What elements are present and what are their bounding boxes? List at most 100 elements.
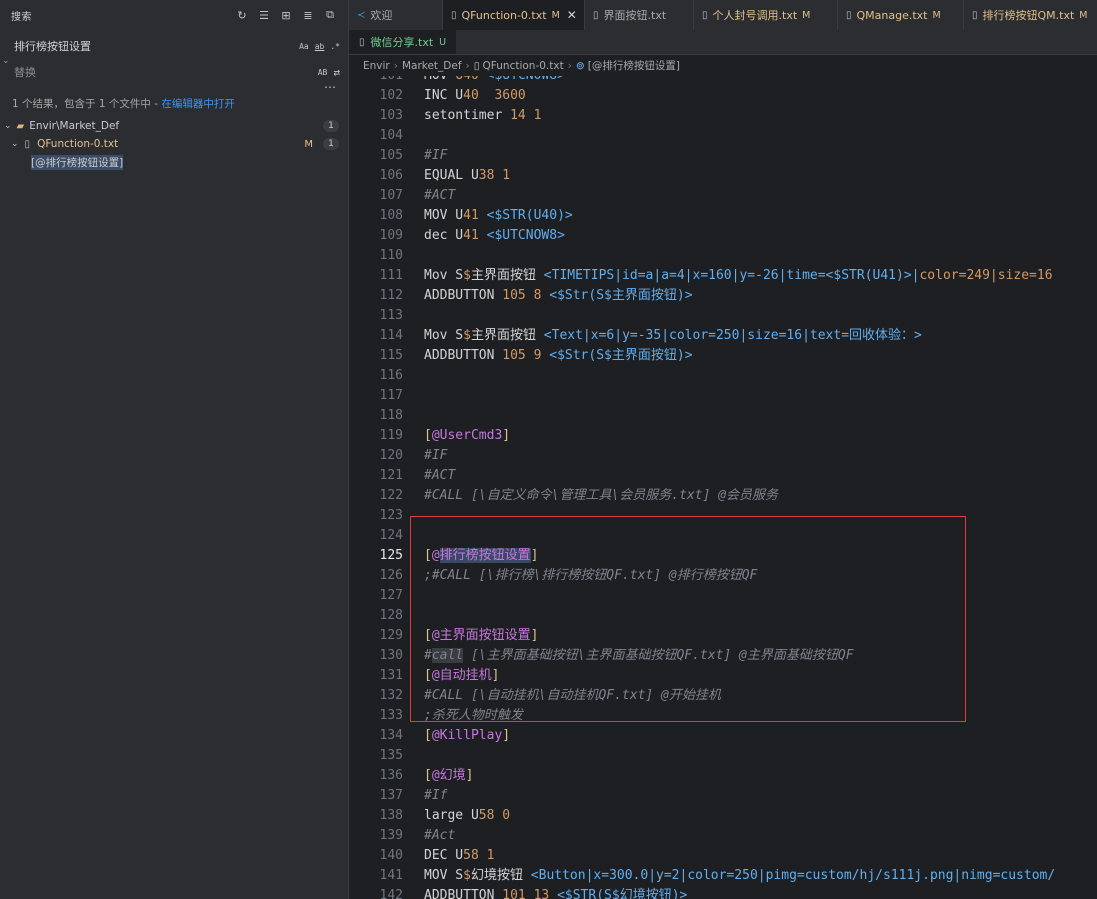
tab-label: 个人封号调用.txt: [712, 9, 798, 22]
code-line[interactable]: 142 ADDBUTTON 101 13 <$STR(S$幻境按钮)>: [349, 886, 1097, 899]
code-token: MOV U: [424, 208, 464, 223]
line-number: 116: [379, 368, 403, 383]
code-line[interactable]: 118: [349, 406, 1097, 426]
code-line[interactable]: 110: [349, 246, 1097, 266]
view-as-tree-icon[interactable]: ≣: [300, 7, 316, 23]
code-token: 幻境按钮: [470, 868, 531, 883]
code-line[interactable]: 117: [349, 386, 1097, 406]
line-number: 115: [379, 348, 403, 363]
sidebar-actions: ↻ ☰ ⊞ ≣ ⧉: [234, 7, 338, 23]
code-line[interactable]: 108 MOV U41 <$STR(U40)>: [349, 206, 1097, 226]
tab-qmanage[interactable]: ▯ QManage.txt M: [838, 0, 964, 30]
code-line[interactable]: 134 [@KillPlay]: [349, 726, 1097, 746]
code-token: INC U: [424, 88, 464, 103]
code-line[interactable]: 109 dec U41 <$UTCNOW8>: [349, 226, 1097, 246]
code-line[interactable]: 113: [349, 306, 1097, 326]
tab-wechat-share[interactable]: ▯ 微信分享.txt U: [349, 30, 457, 54]
line-number: 102: [379, 88, 403, 103]
toggle-replace-icon[interactable]: ⌄: [2, 56, 10, 66]
result-folder-row[interactable]: ⌄ ▰ Envir\Market_Def 1: [0, 117, 349, 135]
code-line[interactable]: 114 Mov S$主界面按钮 <Text|x=6|y=-35|color=250…: [349, 326, 1097, 346]
code-line[interactable]: 112 ADDBUTTON 105 8 <$Str(S$主界面按钮)>: [349, 286, 1097, 306]
preserve-case-icon[interactable]: AB: [318, 68, 328, 77]
code-line[interactable]: 116: [349, 366, 1097, 386]
match-whole-word-icon[interactable]: ab: [315, 42, 325, 51]
open-in-editor-link[interactable]: 在编辑器中打开: [161, 98, 235, 110]
code-line[interactable]: 107 #ACT: [349, 186, 1097, 206]
code-line[interactable]: 111 Mov S$主界面按钮 <TIMETIPS|id=a|a=4|x=160|…: [349, 266, 1097, 286]
line-number: 118: [379, 408, 403, 423]
line-number: 121: [379, 468, 403, 483]
tab-untracked-badge: U: [439, 36, 447, 48]
code-token: <Text|x=6|y=-35|color=250|size=16|text=回…: [543, 328, 922, 343]
tab-modified-badge: M: [551, 9, 560, 21]
folder-name: Envir\Market_Def: [29, 120, 120, 132]
code-line[interactable]: 115 ADDBUTTON 105 9 <$Str(S$主界面按钮)>: [349, 346, 1097, 366]
code-line[interactable]: 121 #ACT: [349, 466, 1097, 486]
line-number: 135: [379, 748, 403, 763]
match-case-icon[interactable]: Aa: [299, 42, 309, 51]
search-input[interactable]: [10, 39, 294, 53]
result-file-row[interactable]: ⌄ ▯ QFunction-0.txt M 1: [0, 135, 349, 153]
code-editor[interactable]: 101 MOV U40 <$UTCNOW8> 102 INC U40 3600 103 s…: [349, 76, 1097, 899]
code-token: ADDBUTTON: [424, 888, 503, 899]
code-line[interactable]: 105 #IF: [349, 146, 1097, 166]
tab-qfunction[interactable]: ▯ QFunction-0.txt M ✕: [443, 0, 585, 30]
code-line[interactable]: 137 #If: [349, 786, 1097, 806]
line-number: 101: [349, 76, 403, 86]
code-token: <TIMETIPS|id=a|a=4|x=160|y=-26|time=<$ST…: [543, 268, 920, 283]
code-line[interactable]: 101 MOV U40 <$UTCNOW8>: [349, 76, 1097, 86]
code-line[interactable]: 139 #Act: [349, 826, 1097, 846]
close-icon[interactable]: ✕: [567, 8, 577, 22]
code-token: setontimer: [424, 108, 511, 123]
code-line[interactable]: 106 EQUAL U38 1: [349, 166, 1097, 186]
use-regex-icon[interactable]: .*: [330, 42, 340, 51]
code-line[interactable]: 135: [349, 746, 1097, 766]
code-token: #Act: [424, 828, 456, 843]
tab-ranking-qm[interactable]: ▯ 排行榜按钮QM.txt M: [964, 0, 1097, 30]
code-token: 41: [463, 228, 487, 243]
code-line[interactable]: 140 DEC U58 1: [349, 846, 1097, 866]
line-number: 123: [379, 508, 403, 523]
clear-results-icon[interactable]: ☰: [256, 7, 272, 23]
code-token: ADDBUTTON: [424, 288, 503, 303]
code-token: <$STR(S$幻境按钮)>: [557, 888, 688, 899]
replace-input[interactable]: [10, 65, 312, 79]
line-content: #CALL [\自定义命令\管理工具\会员服务.txt] @会员服务: [424, 486, 778, 506]
collapse-all-icon[interactable]: ⧉: [322, 7, 338, 23]
line-content: MOV U41 <$STR(U40)>: [424, 206, 573, 226]
file-status-badge: M: [304, 138, 313, 150]
code-line[interactable]: 141 MOV S$幻境按钮 <Button|x=300.0|y=2|color=…: [349, 866, 1097, 886]
tab-interface-buttons[interactable]: ▯ 界面按钮.txt: [585, 0, 694, 30]
code-line[interactable]: 138 large U58 0: [349, 806, 1097, 826]
more-options-icon[interactable]: ⋯: [324, 80, 336, 94]
tab-modified-badge: M: [932, 9, 941, 21]
breadcrumb-item[interactable]: QFunction-0.txt: [483, 60, 564, 72]
code-line[interactable]: 104: [349, 126, 1097, 146]
code-line[interactable]: 103 setontimer 14 1: [349, 106, 1097, 126]
code-line[interactable]: 122 #CALL [\自定义命令\管理工具\会员服务.txt] @会员服务: [349, 486, 1097, 506]
file-result-count: 1: [323, 138, 339, 150]
result-count-text: 1 个结果，包含于 1 个文件中 -: [12, 98, 162, 110]
tab-personal-ban[interactable]: ▯ 个人封号调用.txt M: [694, 0, 838, 30]
code-line[interactable]: 120 #IF: [349, 446, 1097, 466]
code-token: MOV: [424, 76, 455, 83]
tab-welcome[interactable]: ≺ 欢迎: [349, 0, 443, 30]
replace-all-icon[interactable]: ⇄: [333, 66, 340, 79]
match-row[interactable]: [@排行榜按钮设置]: [0, 153, 349, 171]
code-token: <$UTCNOW8>: [486, 228, 565, 243]
code-line[interactable]: 102 INC U40 3600: [349, 86, 1097, 106]
code-line[interactable]: 136 [@幻境]: [349, 766, 1097, 786]
code-line[interactable]: 119 [@UserCmd3]: [349, 426, 1097, 446]
refresh-icon[interactable]: ↻: [234, 7, 250, 23]
line-content: #If: [424, 786, 447, 806]
new-search-editor-icon[interactable]: ⊞: [278, 7, 294, 23]
code-token: 101 13: [502, 888, 558, 899]
line-content: #IF: [424, 146, 447, 166]
breadcrumb-item[interactable]: [@排行榜按钮设置]: [588, 58, 680, 73]
sidebar-header: 搜索 ↻ ☰ ⊞ ≣ ⧉: [0, 0, 348, 30]
code-token: #CALL [\自定义命令\管理工具\会员服务.txt] @会员服务: [424, 488, 779, 503]
breadcrumb-item[interactable]: Envir: [363, 60, 390, 72]
line-number: 104: [379, 128, 403, 143]
breadcrumb-item[interactable]: Market_Def: [402, 60, 462, 72]
